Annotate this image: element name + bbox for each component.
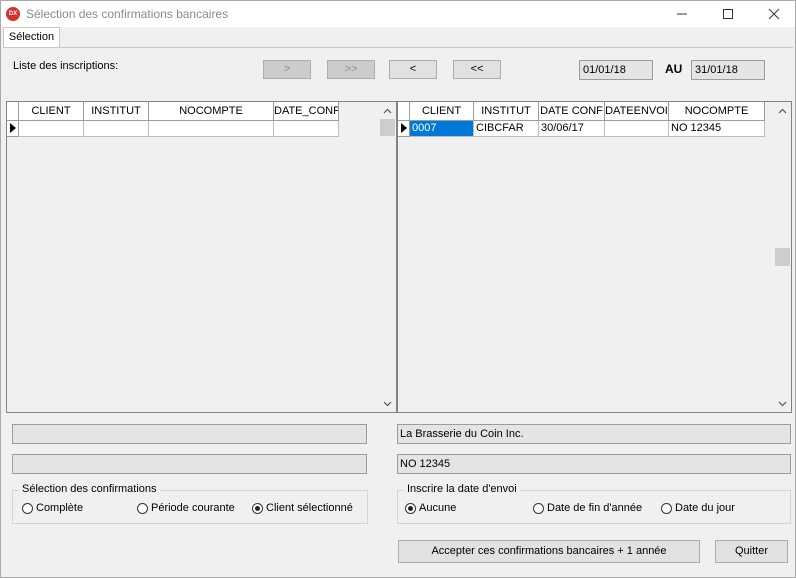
radio-circle-checked [252, 502, 263, 514]
radio-none[interactable]: Aucune [405, 502, 456, 514]
left-info-line1 [12, 424, 367, 444]
send-date-group-title: Inscrire la date d'envoi [404, 483, 520, 495]
first-button[interactable]: << [453, 60, 501, 79]
tab-selection[interactable]: Sélection [3, 27, 60, 47]
left-col-date-conf[interactable]: DATE_CONF [274, 102, 339, 121]
right-col-nocompte[interactable]: NOCOMPTE [669, 102, 765, 121]
minimize-button[interactable] [659, 1, 705, 27]
chevron-up-icon [778, 108, 787, 113]
previous-button[interactable]: < [389, 60, 437, 79]
minimize-icon [677, 13, 687, 15]
left-col-client[interactable]: CLIENT [19, 102, 84, 121]
table-cell[interactable] [605, 121, 669, 137]
scroll-down-button[interactable] [774, 395, 791, 412]
left-col-institut[interactable]: INSTITUT [84, 102, 149, 121]
radio-label: Date du jour [675, 502, 735, 514]
row-indicator-header [7, 102, 19, 121]
radio-label: Date de fin d'année [547, 502, 643, 514]
radio-today-date[interactable]: Date du jour [661, 502, 735, 514]
radio-circle [22, 502, 33, 514]
chevron-up-icon [383, 108, 392, 113]
window-title: Sélection des confirmations bancaires [26, 7, 229, 21]
radio-selected-client[interactable]: Client sélectionné [252, 502, 353, 514]
current-row-arrow-icon [401, 123, 407, 133]
left-row-indicator [7, 121, 19, 137]
radio-label: Client sélectionné [266, 502, 353, 514]
radio-label: Période courante [151, 502, 235, 514]
chevron-down-icon [778, 401, 787, 406]
selection-group-title: Sélection des confirmations [19, 483, 160, 495]
scroll-thumb[interactable] [380, 119, 395, 136]
date-from-field[interactable]: 01/01/18 [579, 60, 653, 80]
left-grid-scrollbar[interactable] [379, 102, 396, 412]
chevron-down-icon [383, 401, 392, 406]
scroll-thumb[interactable] [775, 248, 790, 266]
last-button[interactable]: >> [327, 60, 375, 79]
radio-label: Aucune [419, 502, 457, 514]
right-row-indicator [398, 121, 410, 137]
quit-button[interactable]: Quitter [715, 540, 788, 563]
radio-circle-checked [405, 502, 416, 514]
title-bar: DX Sélection des confirmations bancaires [1, 1, 795, 27]
left-grid[interactable]: CLIENT INSTITUT NOCOMPTE DATE_CONF [6, 101, 397, 413]
radio-label: Complète [36, 502, 84, 514]
table-cell[interactable] [149, 121, 274, 137]
next-button[interactable]: > [263, 60, 311, 79]
radio-circle [137, 502, 148, 514]
radio-year-end-date[interactable]: Date de fin d'année [533, 502, 642, 514]
right-col-client[interactable]: CLIENT [410, 102, 474, 121]
radio-circle [533, 502, 544, 514]
radio-complete[interactable]: Complète [22, 502, 83, 514]
right-grid-scrollbar[interactable] [774, 102, 791, 412]
main-window: DX Sélection des confirmations bancaires… [0, 0, 796, 578]
right-col-institut[interactable]: INSTITUT [474, 102, 539, 121]
row-indicator-header [398, 102, 410, 121]
table-cell[interactable]: 30/06/17 [539, 121, 605, 137]
tab-strip: Sélection [1, 27, 795, 47]
close-icon [768, 8, 780, 20]
table-cell-selected[interactable]: 0007 [410, 121, 474, 137]
right-col-date-conf[interactable]: DATE CONF [539, 102, 605, 121]
accept-button[interactable]: Accepter ces confirmations bancaires + 1… [398, 540, 700, 563]
right-col-dateenvoi[interactable]: DATEENVOI [605, 102, 669, 121]
table-cell[interactable] [19, 121, 84, 137]
scroll-up-button[interactable] [379, 102, 396, 119]
radio-current-period[interactable]: Période courante [137, 502, 235, 514]
scroll-up-button[interactable] [774, 102, 791, 119]
client-name-field: La Brasserie du Coin Inc. [397, 424, 791, 444]
left-info-line2 [12, 454, 367, 474]
date-to-field[interactable]: 31/01/18 [691, 60, 765, 80]
close-button[interactable] [751, 1, 796, 27]
maximize-button[interactable] [705, 1, 751, 27]
list-label: Liste des inscriptions: [13, 60, 119, 72]
radio-circle [661, 502, 672, 514]
date-range-separator: AU [665, 62, 683, 76]
table-cell[interactable] [274, 121, 339, 137]
maximize-icon [723, 9, 733, 19]
right-grid[interactable]: CLIENT INSTITUT DATE CONF DATEENVOI NOCO… [397, 101, 792, 413]
scroll-down-button[interactable] [379, 395, 396, 412]
current-row-arrow-icon [10, 123, 16, 133]
app-icon: DX [6, 7, 20, 21]
account-number-field: NO 12345 [397, 454, 791, 474]
left-col-nocompte[interactable]: NOCOMPTE [149, 102, 274, 121]
table-cell[interactable] [84, 121, 149, 137]
table-cell[interactable]: NO 12345 [669, 121, 765, 137]
table-cell[interactable]: CIBCFAR [474, 121, 539, 137]
